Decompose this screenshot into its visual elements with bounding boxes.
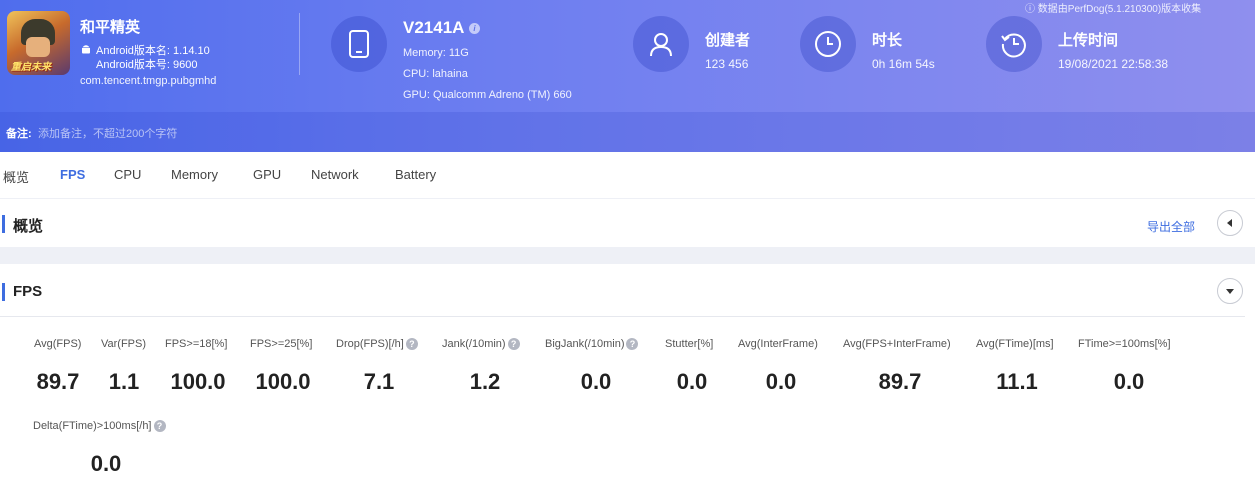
phone-icon (331, 16, 387, 72)
metric-value-var-fps: 1.1 (108, 369, 140, 394)
tab-gpu[interactable]: GPU (253, 167, 281, 182)
upload-time-title: 上传时间 (1058, 32, 1119, 49)
tab-fps[interactable]: FPS (60, 167, 85, 182)
metric-label-avg-fps-interframe: Avg(FPS+InterFrame) (843, 338, 951, 350)
metric-label-drop-fps: Drop(FPS)[/h]? (336, 338, 418, 351)
metric-value-avg-ftime: 11.1 (996, 369, 1038, 394)
metric-value-delta-ftime: 0.0 (90, 451, 122, 476)
note-bar (0, 112, 1255, 152)
collapse-overview-button[interactable] (1217, 210, 1243, 236)
device-gpu: GPU: Qualcomm Adreno (TM) 660 (403, 89, 572, 101)
metric-label-stutter: Stutter[%] (665, 338, 714, 350)
metric-label-avg-ftime: Avg(FTime)[ms] (976, 338, 1054, 350)
tab-overview[interactable]: 概览 (3, 167, 29, 186)
duration-value: 0h 16m 54s (872, 57, 935, 71)
overview-section-title: 概览 (13, 218, 44, 235)
collapse-fps-button[interactable] (1217, 278, 1243, 304)
metric-label-jank: Jank(/10min)? (442, 338, 520, 351)
header-divider (299, 13, 300, 75)
device-info-icon[interactable]: i (469, 23, 480, 34)
metric-value-avg-fps-interframe: 89.7 (878, 369, 922, 394)
app-icon-logo-text: 重启未来 (11, 62, 51, 73)
metric-label-delta-ftime: Delta(FTime)>100ms[/h]? (33, 420, 166, 433)
overview-section-marker (2, 215, 5, 233)
metric-value-avg-interframe: 0.0 (765, 369, 797, 394)
metric-value-avg-fps: 89.7 (36, 369, 80, 394)
export-all-button[interactable]: 导出全部 (1147, 218, 1195, 235)
data-source-note: ⓘ 数据由PerfDog(5.1.210300)版本收集 (1025, 4, 1202, 15)
metric-value-jank: 1.2 (469, 369, 501, 394)
metric-label-var-fps: Var(FPS) (101, 338, 147, 350)
metric-value-stutter: 0.0 (676, 369, 708, 394)
tab-cpu[interactable]: CPU (114, 167, 141, 182)
metric-value-fps-25: 100.0 (255, 369, 311, 394)
app-name: 和平精英 (80, 19, 141, 36)
device-cpu: CPU: lahaina (403, 68, 468, 80)
tab-memory[interactable]: Memory (171, 167, 218, 182)
metric-value-bigjank: 0.0 (580, 369, 612, 394)
overview-section (0, 199, 1255, 247)
help-icon[interactable]: ? (626, 338, 639, 351)
metric-value-ftime-100ms: 0.0 (1113, 369, 1145, 394)
caret-down-icon (1226, 289, 1234, 294)
device-model: V2141A (403, 18, 465, 37)
history-icon (986, 16, 1042, 72)
duration-title: 时长 (872, 32, 903, 49)
app-icon: 重启未来 (7, 11, 70, 75)
metric-label-ftime-100ms: FTime>=100ms[%] (1078, 338, 1171, 350)
upload-time-value: 19/08/2021 22:58:38 (1058, 57, 1169, 71)
help-icon[interactable]: ? (405, 338, 418, 351)
metric-label-fps-25: FPS>=25[%] (250, 338, 313, 350)
device-memory: Memory: 11G (403, 47, 469, 59)
tab-network[interactable]: Network (311, 167, 359, 182)
note-input[interactable]: 添加备注，不超过200个字符 (38, 125, 177, 141)
metric-label-fps-18: FPS>=18[%] (165, 338, 228, 350)
metric-label-avg-fps: Avg(FPS) (34, 338, 82, 350)
creator-title: 创建者 (705, 32, 751, 49)
android-icon (82, 45, 90, 54)
clock-icon (800, 16, 856, 72)
fps-section-title: FPS (13, 283, 43, 300)
creator-value: 123 456 (705, 57, 749, 71)
metric-label-bigjank: BigJank(/10min)? (545, 338, 639, 351)
metric-label-avg-interframe: Avg(InterFrame) (738, 338, 818, 350)
note-label: 备注: (6, 128, 32, 140)
tab-battery[interactable]: Battery (395, 167, 436, 182)
fps-divider (0, 316, 1245, 317)
package-name: com.tencent.tmgp.pubgmhd (80, 75, 217, 87)
help-icon[interactable]: ? (507, 338, 520, 351)
fps-section-marker (2, 283, 5, 301)
metric-value-drop-fps: 7.1 (363, 369, 395, 394)
android-version-code: Android版本号: 9600 (96, 59, 198, 71)
caret-left-icon (1227, 219, 1232, 227)
user-icon (633, 16, 689, 72)
help-icon[interactable]: ? (153, 420, 166, 433)
metric-value-fps-18: 100.0 (170, 369, 226, 394)
